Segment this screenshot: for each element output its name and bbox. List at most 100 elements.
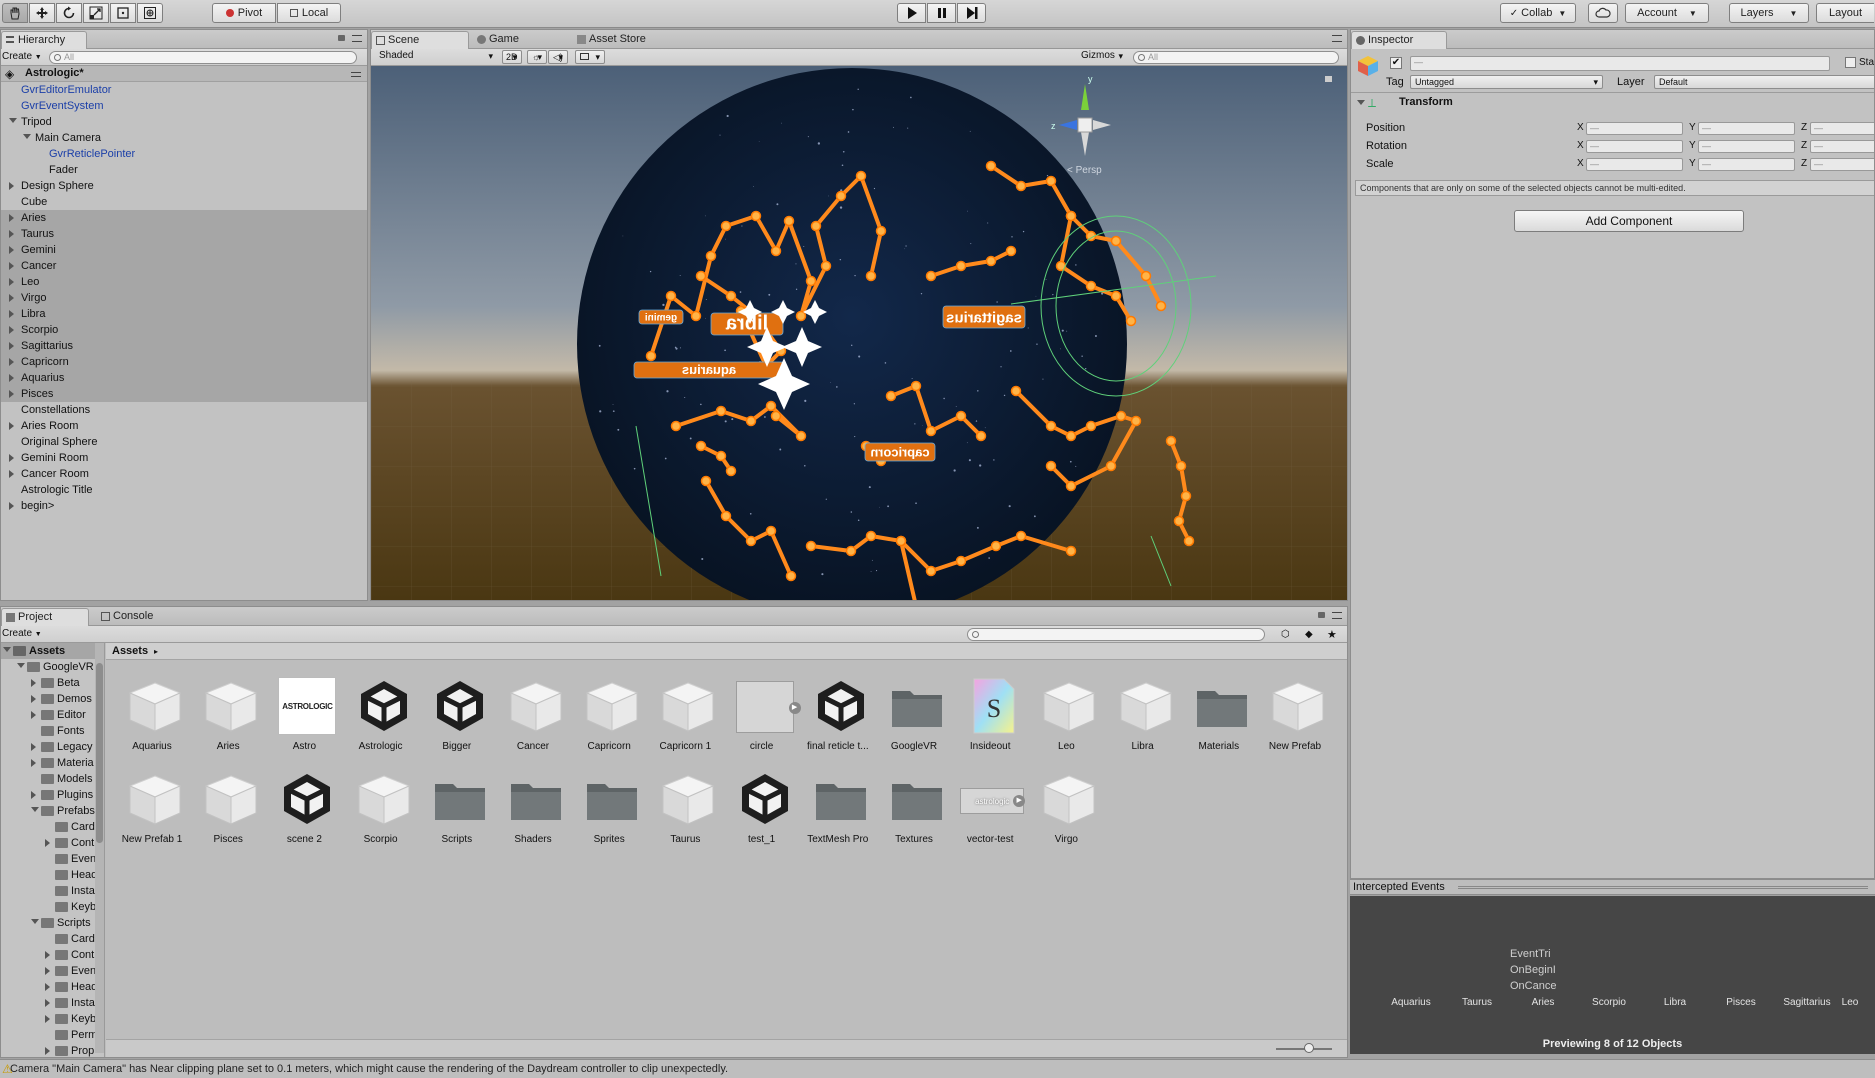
transform-value-field[interactable]: — [1586, 158, 1683, 171]
hierarchy-row[interactable]: Cube [1, 194, 367, 210]
project-tree-item[interactable]: Prefabs [1, 803, 97, 819]
icon-size-slider-thumb[interactable] [1304, 1043, 1314, 1053]
tag-dropdown[interactable]: Untagged [1410, 75, 1603, 89]
play-icon[interactable]: ▶ [1013, 795, 1026, 807]
project-tree-item[interactable]: Plugins [1, 787, 97, 803]
scene-menu-icon[interactable] [351, 72, 361, 77]
asset-item[interactable]: Sprites [573, 766, 645, 846]
asset-item[interactable]: Scorpio [345, 766, 417, 846]
persp-label[interactable]: < Persp [1067, 165, 1102, 176]
hierarchy-row[interactable]: GvrEventSystem [1, 98, 367, 114]
asset-item[interactable]: Cancer [497, 673, 569, 753]
expand-arrow-icon[interactable] [31, 807, 39, 812]
expand-arrow-icon[interactable] [31, 711, 36, 719]
asset-item[interactable]: Textures [878, 766, 950, 846]
expand-arrow-icon[interactable] [9, 182, 14, 190]
hierarchy-row[interactable]: Gemini Room [1, 450, 367, 466]
preview-drag-handle[interactable] [1458, 886, 1868, 889]
audio-toggle[interactable]: ◁) [548, 50, 568, 64]
local-toggle[interactable]: Local [277, 3, 341, 23]
lock-icon[interactable] [1318, 612, 1325, 618]
asset-item[interactable]: test_1 [726, 766, 798, 846]
rotate-tool-button[interactable] [56, 3, 82, 23]
asset-item[interactable]: New Prefab [1259, 673, 1331, 753]
expand-arrow-icon[interactable] [9, 502, 14, 510]
hierarchy-row[interactable]: Capricorn [1, 354, 367, 370]
hierarchy-row[interactable]: Cancer [1, 258, 367, 274]
account-dropdown[interactable]: Account ▼ [1625, 3, 1709, 23]
project-tree-item[interactable]: Prop [1, 1043, 97, 1057]
expand-arrow-icon[interactable] [31, 919, 39, 924]
breadcrumb-assets[interactable]: Assets [112, 645, 148, 657]
project-tree-item[interactable]: Demos [1, 691, 97, 707]
expand-arrow-icon[interactable] [31, 791, 36, 799]
expand-arrow-icon[interactable] [9, 294, 14, 302]
project-search-input[interactable] [967, 628, 1265, 641]
project-tree-item[interactable]: Card [1, 931, 97, 947]
expand-arrow-icon[interactable] [31, 695, 36, 703]
hierarchy-row[interactable]: Main Camera [1, 130, 367, 146]
expand-arrow-icon[interactable] [9, 118, 17, 123]
project-tree-item[interactable]: Models [1, 771, 97, 787]
expand-arrow-icon[interactable] [45, 1015, 50, 1023]
project-tree-item[interactable]: Card [1, 819, 97, 835]
asset-item[interactable]: Libra [1107, 673, 1179, 753]
project-tree-item[interactable]: Perm [1, 1027, 97, 1043]
add-component-button[interactable]: Add Component [1514, 210, 1744, 232]
hierarchy-row[interactable]: Constellations [1, 402, 367, 418]
expand-arrow-icon[interactable] [9, 310, 14, 318]
project-tree-item[interactable]: Scripts [1, 915, 97, 931]
transform-value-field[interactable]: — [1810, 140, 1874, 153]
expand-arrow-icon[interactable] [45, 951, 50, 959]
tag-icon[interactable]: ◆ [1305, 629, 1313, 640]
expand-arrow-icon[interactable] [31, 759, 36, 767]
pivot-toggle[interactable]: Pivot [212, 3, 276, 23]
expand-arrow-icon[interactable] [9, 230, 14, 238]
transform-value-field[interactable]: — [1586, 122, 1683, 135]
project-tree-item[interactable]: Cont [1, 947, 97, 963]
project-tree-item[interactable]: Legacy [1, 739, 97, 755]
asset-item[interactable]: Virgo [1030, 766, 1102, 846]
expand-arrow-icon[interactable] [45, 1047, 50, 1055]
asset-item[interactable]: ASTROLOGIC Astro [268, 673, 340, 753]
shading-mode-dropdown[interactable]: Shaded [375, 50, 497, 64]
hierarchy-row[interactable]: Gemini [1, 242, 367, 258]
scene-search-input[interactable]: All [1133, 51, 1339, 64]
hierarchy-row[interactable]: Astrologic Title [1, 482, 367, 498]
hierarchy-row[interactable]: Leo [1, 274, 367, 290]
hierarchy-row[interactable]: Tripod [1, 114, 367, 130]
expand-arrow-icon[interactable] [9, 358, 14, 366]
project-tree-item[interactable]: Fonts [1, 723, 97, 739]
panel-menu-icon[interactable] [1332, 35, 1342, 42]
asset-item[interactable]: Aries [192, 673, 264, 753]
asset-item[interactable]: New Prefab 1 [116, 766, 188, 846]
expand-arrow-icon[interactable] [9, 470, 14, 478]
hierarchy-row[interactable]: Aries Room [1, 418, 367, 434]
expand-arrow-icon[interactable] [9, 278, 14, 286]
project-tree-item[interactable]: Editor [1, 707, 97, 723]
asset-item[interactable]: Bigger [421, 673, 493, 753]
project-tree-item[interactable]: Head [1, 867, 97, 883]
hierarchy-row[interactable]: Aries [1, 210, 367, 226]
asset-item[interactable]: Taurus [649, 766, 721, 846]
asset-item[interactable]: scene 2 [268, 766, 340, 846]
hierarchy-row[interactable]: begin> [1, 498, 367, 514]
2d-toggle[interactable]: 2D [502, 50, 522, 64]
hierarchy-row[interactable]: Design Sphere [1, 178, 367, 194]
expand-arrow-icon[interactable] [31, 743, 36, 751]
hierarchy-row[interactable]: Virgo [1, 290, 367, 306]
expand-arrow-icon[interactable] [9, 262, 14, 270]
transform-value-field[interactable]: — [1810, 122, 1874, 135]
hand-tool-button[interactable] [2, 3, 28, 23]
asset-item[interactable]: Capricorn 1 [649, 673, 721, 753]
tab-project[interactable]: Project [1, 608, 89, 626]
layers-dropdown[interactable]: Layers ▼ [1729, 3, 1809, 23]
asset-item[interactable]: final reticle t... [802, 673, 874, 753]
asset-item[interactable]: Materials [1183, 673, 1255, 753]
star-icon[interactable]: ★ [1327, 628, 1337, 641]
layer-dropdown[interactable]: Default [1654, 75, 1874, 89]
asset-item[interactable]: Pisces [192, 766, 264, 846]
project-tree-item[interactable]: Assets [1, 643, 97, 659]
asset-item[interactable]: Aquarius [116, 673, 188, 753]
asset-item[interactable]: Scripts [421, 766, 493, 846]
